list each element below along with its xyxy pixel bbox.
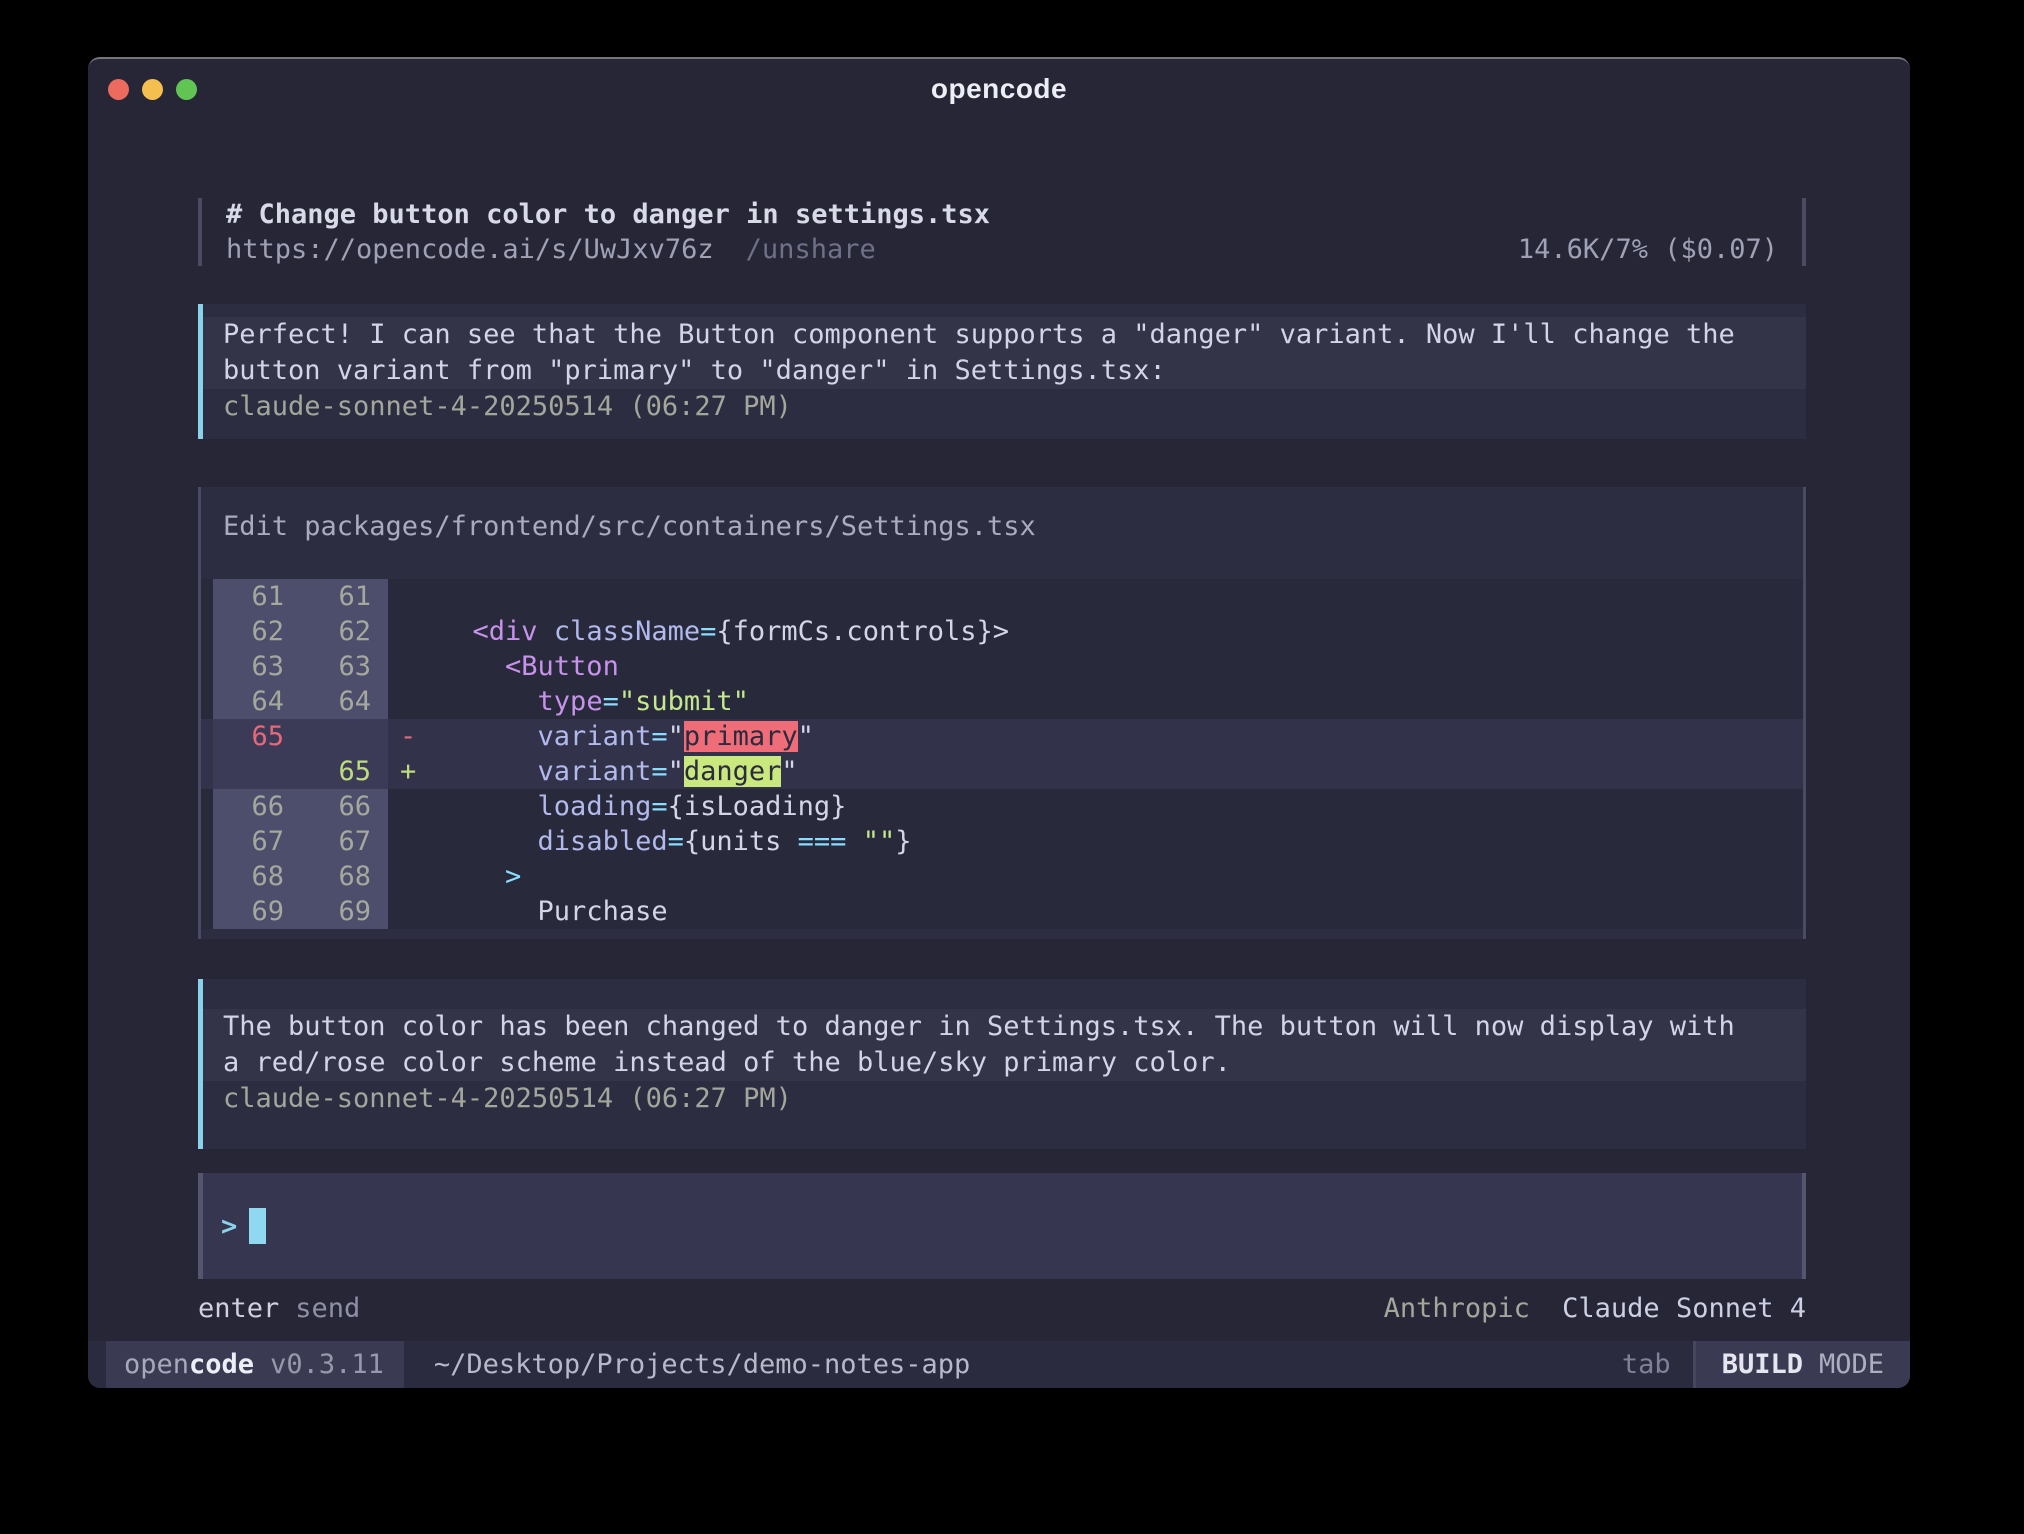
send-hint-label: send <box>295 1293 360 1325</box>
diff-row: 6969 Purchase <box>201 894 1803 929</box>
code-line: disabled={units === ""} <box>440 826 911 857</box>
message-line: Perfect! I can see that the Button compo… <box>223 317 1806 353</box>
message-line: The button color has been changed to dan… <box>223 1009 1806 1045</box>
unshare-command: /unshare <box>746 233 876 266</box>
model-name: Claude Sonnet 4 <box>1562 1293 1806 1324</box>
diff-row: 6666 loading={isLoading} <box>201 789 1803 824</box>
mode-label: MODE <box>1819 1349 1884 1380</box>
diff-gutter: 6666 <box>213 789 388 824</box>
line-number: 63 <box>213 651 300 682</box>
line-number: 62 <box>300 616 387 647</box>
diff-gutter: 6464 <box>213 684 388 719</box>
code-line: <Button <box>440 651 619 682</box>
code-line: type="submit" <box>440 686 749 717</box>
diff-row: 6464 type="submit" <box>201 684 1803 719</box>
token-usage: 14.6K/7% ($0.07) <box>1518 233 1778 266</box>
code-line: Purchase <box>440 896 668 927</box>
mode-name: BUILD <box>1722 1349 1803 1380</box>
diff-marker: + <box>388 756 440 787</box>
diff-gutter: 6161 <box>213 579 388 614</box>
app-name-code: code <box>189 1349 254 1380</box>
diff-gutter: 6969 <box>213 894 388 929</box>
prompt-input[interactable]: > <box>198 1173 1806 1279</box>
app-name-open: open <box>124 1349 189 1380</box>
assistant-message: The button color has been changed to dan… <box>198 979 1806 1149</box>
line-number: 61 <box>300 581 387 612</box>
diff-row: 65 - variant="primary" <box>201 719 1803 754</box>
code-line: variant="primary" <box>440 721 814 752</box>
model-timestamp: claude-sonnet-4-20250514 (06:27 PM) <box>203 389 1806 425</box>
model-info: Anthropic Claude Sonnet 4 <box>1384 1293 1806 1325</box>
line-number: 68 <box>213 861 300 892</box>
line-number: 69 <box>213 896 300 927</box>
app-version-pill: opencode v0.3.11 <box>106 1341 404 1388</box>
line-number: 68 <box>300 861 387 892</box>
code-line: > <box>440 861 521 892</box>
line-number: 65 <box>300 756 387 787</box>
diff-row: 6767 disabled={units === ""} <box>201 824 1803 859</box>
opencode-window: opencode # Change button color to danger… <box>88 57 1910 1388</box>
session-title: # Change button color to danger in setti… <box>226 198 1778 231</box>
diff-gutter: 6363 <box>213 649 388 684</box>
diff-row: 6262 <div className={formCs.controls}> <box>201 614 1803 649</box>
app-version: v0.3.11 <box>270 1349 384 1380</box>
edit-tool-block: Edit packages/frontend/src/containers/Se… <box>198 487 1806 939</box>
message-paragraph: The button color has been changed to dan… <box>203 1009 1806 1081</box>
window-title: opencode <box>88 73 1910 105</box>
diff-gutter: 65 <box>213 754 388 789</box>
model-timestamp: claude-sonnet-4-20250514 (06:27 PM) <box>203 1081 1806 1117</box>
message-line: a red/rose color scheme instead of the b… <box>223 1045 1806 1081</box>
main-content: # Change button color to danger in setti… <box>198 119 1806 1341</box>
edit-file-path: Edit packages/frontend/src/containers/Se… <box>201 509 1803 545</box>
statusbar: opencode v0.3.11 ~/Desktop/Projects/demo-… <box>88 1341 1910 1388</box>
code-line: variant="danger" <box>440 756 798 787</box>
line-number: 64 <box>300 686 387 717</box>
diff-row: 6363 <Button <box>201 649 1803 684</box>
diff-gutter: 6262 <box>213 614 388 649</box>
diff-gutter: 6767 <box>213 824 388 859</box>
diff-gutter: 65 <box>213 719 388 754</box>
diff-gutter: 6868 <box>213 859 388 894</box>
code-line: <div className={formCs.controls}> <box>440 616 1009 647</box>
assistant-message: Perfect! I can see that the Button compo… <box>198 304 1806 439</box>
code-line: loading={isLoading} <box>440 791 846 822</box>
line-number: 67 <box>213 826 300 857</box>
prompt-symbol: > <box>221 1211 237 1242</box>
titlebar[interactable]: opencode <box>88 59 1910 119</box>
provider-name: Anthropic <box>1384 1293 1530 1324</box>
enter-key-hint: enter <box>198 1293 279 1325</box>
line-number: 69 <box>300 896 387 927</box>
message-paragraph: Perfect! I can see that the Button compo… <box>203 317 1806 389</box>
line-number: 64 <box>213 686 300 717</box>
line-number: 61 <box>213 581 300 612</box>
diff-marker: - <box>388 721 440 752</box>
build-mode-toggle[interactable]: BUILD MODE <box>1693 1341 1910 1388</box>
tab-key-hint: tab <box>1622 1341 1671 1388</box>
helper-row: enter send Anthropic Claude Sonnet 4 <box>198 1293 1806 1325</box>
line-number: 63 <box>300 651 387 682</box>
diff-row: 6161 <box>201 579 1803 614</box>
statusbar-right: tab BUILD MODE <box>1622 1341 1910 1388</box>
session-header: # Change button color to danger in setti… <box>198 198 1806 266</box>
line-number: 66 <box>300 791 387 822</box>
line-number: 67 <box>300 826 387 857</box>
line-number: 66 <box>213 791 300 822</box>
message-line: button variant from "primary" to "danger… <box>223 353 1806 389</box>
working-directory: ~/Desktop/Projects/demo-notes-app <box>434 1341 970 1388</box>
share-url[interactable]: https://opencode.ai/s/UwJxv76z <box>226 233 714 266</box>
line-number: 65 <box>213 721 300 752</box>
session-meta: https://opencode.ai/s/UwJxv76z /unshare … <box>226 233 1778 266</box>
diff-row: 6868 > <box>201 859 1803 894</box>
line-number: 62 <box>213 616 300 647</box>
diff-table: 61616262 <div className={formCs.controls… <box>201 579 1803 929</box>
diff-row: 65+ variant="danger" <box>201 754 1803 789</box>
text-cursor <box>249 1208 266 1244</box>
